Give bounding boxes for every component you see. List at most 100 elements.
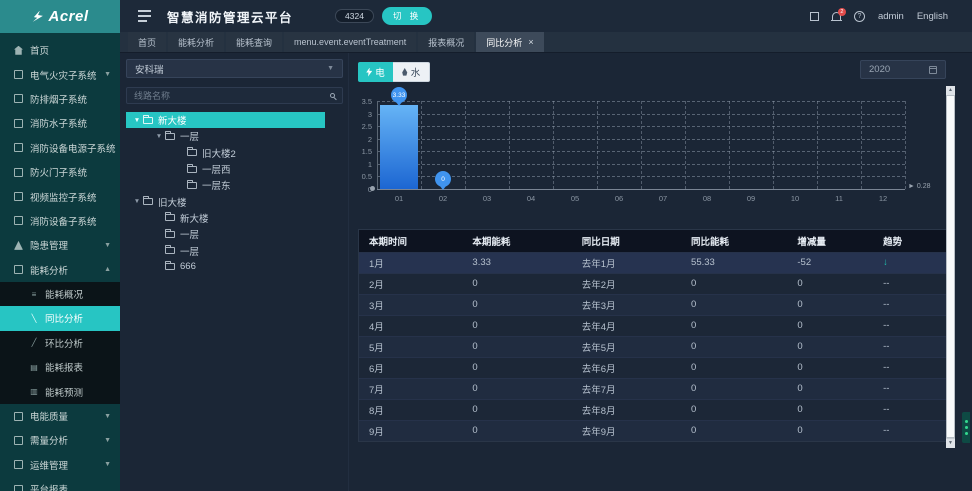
sidebar-item[interactable]: 视频监控子系统 — [0, 184, 120, 208]
sidebar-item[interactable]: 隐患管理 ▼ — [0, 233, 120, 257]
y-axis-tick: 0 — [352, 185, 372, 194]
sidebar-item[interactable]: 电能质量 ▼ — [0, 404, 120, 428]
folder-icon — [165, 245, 175, 255]
tab-menu.event.eventTreatment[interactable]: menu.event.eventTreatment — [284, 32, 417, 52]
table-row: 3月 0 去年3月 0 0 -- — [359, 293, 947, 315]
tree-node-label: 一层东 — [202, 181, 231, 193]
switch-button[interactable]: 切 换 — [381, 7, 433, 25]
electric-toggle-button[interactable]: 电 — [358, 62, 393, 82]
tab-label: 能耗查询 — [236, 37, 273, 48]
tab-能耗查询[interactable]: 能耗查询 — [226, 32, 283, 52]
tab-报表概况[interactable]: 报表概况 — [418, 32, 475, 52]
sidebar-item[interactable]: 首页 — [0, 38, 120, 62]
sidebar-nav: 首页 电气火灾子系统 ▼ 防排烟子系统 消防水子系统消防设备电源子系统防火门子系统 视频监… — [0, 33, 120, 491]
table-cell: 0 — [681, 419, 788, 441]
tree-node[interactable]: 一层东 — [126, 177, 325, 193]
floating-side-tag[interactable] — [962, 412, 970, 443]
scroll-up-icon[interactable]: ▲ — [946, 86, 955, 95]
sidebar-item[interactable]: 防火门子系统 — [0, 160, 120, 184]
table-row: 8月 0 去年8月 0 0 -- — [359, 398, 947, 420]
sidebar-item[interactable]: 消防水子系统 — [0, 111, 120, 135]
x-axis-tick: 08 — [702, 194, 712, 203]
tree-expander-icon[interactable]: ▼ — [132, 198, 142, 205]
x-axis-tick: 05 — [570, 194, 580, 203]
sidebar-subitem[interactable]: ╱ 环比分析 — [0, 331, 120, 355]
v-gridline — [773, 101, 774, 189]
v-gridline — [509, 101, 510, 189]
scroll-down-icon[interactable]: ▼ — [946, 439, 955, 448]
sidebar-item[interactable]: 消防设备电源子系统 — [0, 136, 120, 160]
content-scrollbar[interactable]: ▲ ▼ — [946, 86, 955, 448]
sidebar-item[interactable]: 能耗分析 ▲ — [0, 258, 120, 282]
sidebar-subitem[interactable]: ▥ 能耗预测 — [0, 379, 120, 403]
bar-month-01[interactable] — [380, 105, 418, 189]
fullscreen-icon[interactable] — [809, 11, 819, 21]
table-cell: 3.33 — [462, 251, 572, 273]
sidebar-item[interactable]: 平台报表 — [0, 477, 120, 491]
notification-badge: 2 — [837, 8, 846, 16]
username[interactable]: admin — [878, 11, 904, 22]
sidebar-subitem[interactable]: ╲ 同比分析 — [0, 306, 120, 331]
sidebar-item-label: 运维管理 — [30, 460, 69, 472]
y-axis-tick: 1 — [367, 159, 372, 169]
v-gridline — [729, 101, 730, 189]
sidebar-item-label: 隐患管理 — [30, 241, 69, 253]
project-select[interactable]: 安科瑞 ▼ — [126, 59, 343, 78]
sidebar-item[interactable]: 需量分析 ▼ — [0, 428, 120, 452]
sidebar-item-label: 平台报表 — [30, 485, 69, 491]
year-picker[interactable]: 2020 — [860, 60, 946, 79]
value-marker: 0 — [435, 171, 451, 190]
platform-report-icon — [14, 484, 23, 491]
tree-node[interactable]: 一层西 — [126, 161, 325, 177]
search-icon[interactable] — [330, 93, 335, 98]
tree-node-label: 旧大楼 — [158, 197, 187, 209]
tree-node[interactable]: ▼ 一层 — [126, 128, 325, 144]
help-icon[interactable]: ? — [853, 10, 865, 22]
x-axis-tick: 01 — [394, 194, 404, 203]
line-search-input[interactable] — [134, 90, 330, 101]
tab-能耗分析[interactable]: 能耗分析 — [168, 32, 225, 52]
sidebar-item-label: 消防设备电源子系统 — [30, 143, 116, 155]
sidebar-subitem[interactable]: ▤ 能耗报表 — [0, 355, 120, 379]
water-drop-icon — [402, 68, 408, 76]
tree-node[interactable]: ▼ 新大楼 — [126, 112, 325, 129]
tab-首页[interactable]: 首页 — [128, 32, 167, 52]
tree-node-label: 一层 — [180, 246, 200, 258]
sidebar-subitem[interactable]: ≡ 能耗概况 — [0, 282, 120, 306]
tree-node[interactable]: ▼ 旧大楼 — [126, 193, 325, 209]
v-gridline — [905, 101, 906, 189]
tree-node[interactable]: 旧大楼2 — [126, 145, 325, 161]
tree-expander-icon[interactable]: ▼ — [132, 117, 142, 124]
water-toggle-button[interactable]: 水 — [393, 62, 430, 82]
tab-label: 能耗分析 — [178, 37, 215, 48]
tree-expander-icon[interactable]: ▼ — [154, 133, 164, 140]
close-icon[interactable]: × — [528, 37, 533, 47]
axis-handle[interactable] — [370, 186, 375, 191]
tab-label: 首页 — [138, 37, 157, 48]
panel-divider — [348, 53, 349, 491]
language-switch[interactable]: English — [917, 11, 948, 22]
menu-collapse-icon[interactable] — [138, 10, 151, 22]
tree-node[interactable]: 新大楼 — [126, 210, 325, 226]
scrollbar-thumb[interactable] — [946, 95, 955, 438]
tab-label: menu.event.eventTreatment — [294, 37, 407, 47]
sidebar-item[interactable]: 消防设备子系统 — [0, 209, 120, 233]
tab-同比分析[interactable]: 同比分析 × — [476, 32, 544, 52]
tree-node-label: 一层 — [180, 230, 200, 242]
tree-node[interactable]: 一层 — [126, 226, 325, 242]
tree-node[interactable]: 666 — [126, 259, 325, 275]
tree-node[interactable]: 一层 — [126, 242, 325, 258]
column-header: 同比能耗 — [681, 230, 788, 252]
sidebar-item[interactable]: 电气火灾子系统 ▼ — [0, 62, 120, 86]
table-cell: 去年1月 — [571, 251, 682, 273]
chevron-down-icon: ▼ — [104, 71, 111, 79]
table-cell: 0 — [787, 314, 874, 336]
bell-icon[interactable]: 2 — [830, 8, 846, 21]
sidebar-item[interactable]: 防排烟子系统 — [0, 87, 120, 111]
table-cell: 0 — [787, 377, 874, 399]
y-axis-tick: 3 — [367, 109, 372, 119]
v-gridline — [465, 101, 466, 189]
sidebar-subitem-label: 能耗概况 — [45, 290, 84, 302]
sidebar-item[interactable]: 运维管理 ▼ — [0, 453, 120, 477]
sidebar: Acrel 首页 电气火灾子系统 ▼ 防排烟子系统 消防水子系统 消防设备电源子系统 防火门… — [0, 0, 120, 491]
